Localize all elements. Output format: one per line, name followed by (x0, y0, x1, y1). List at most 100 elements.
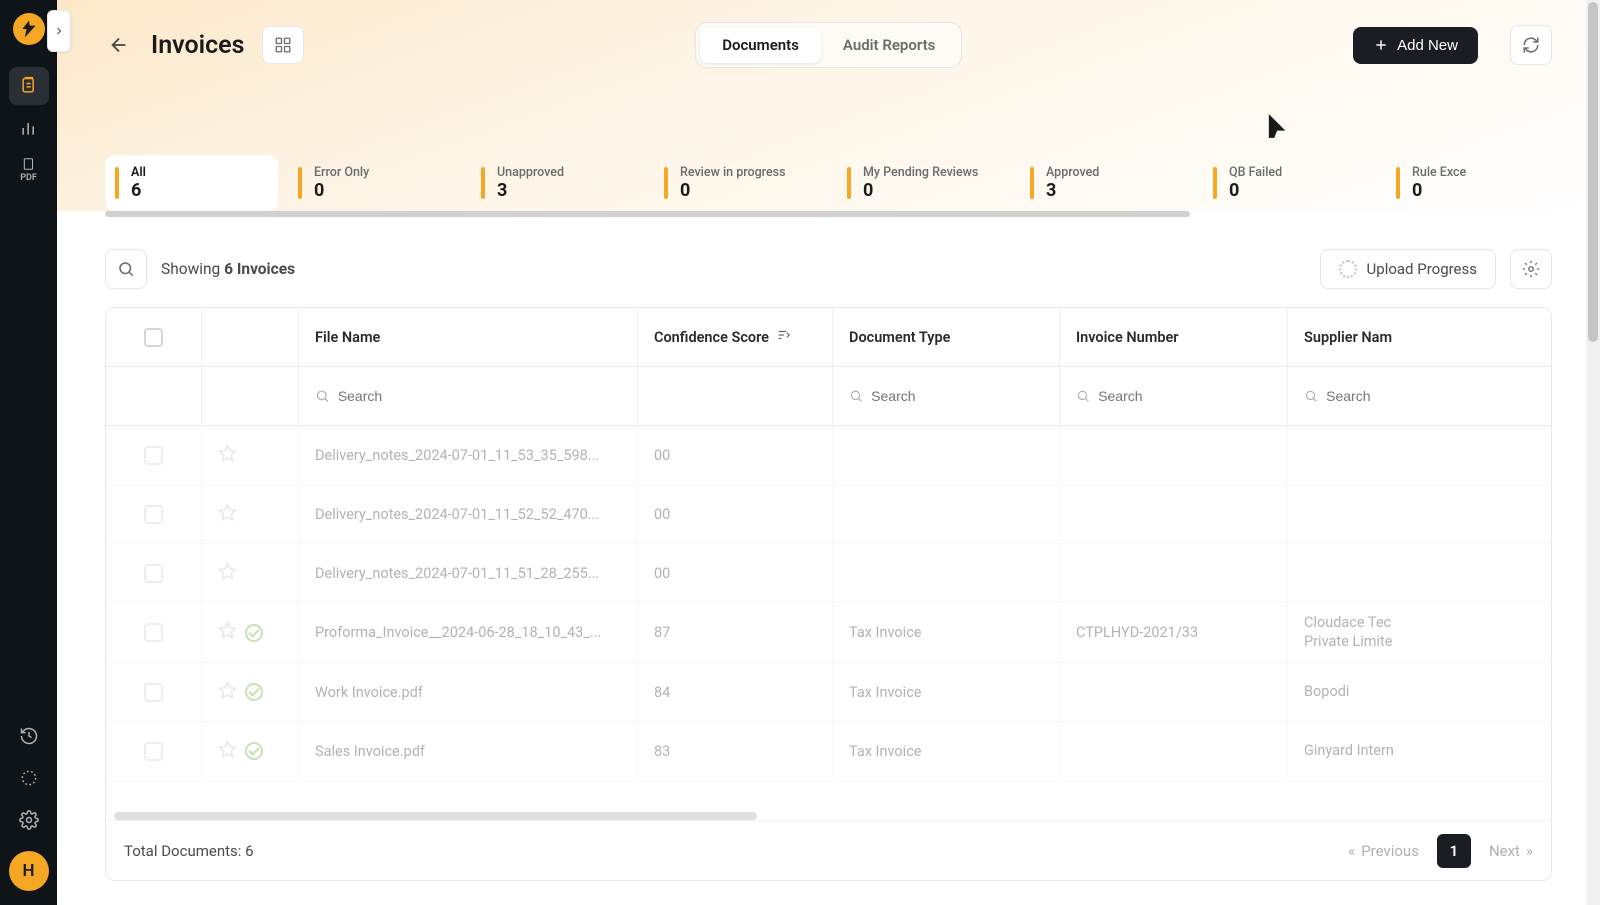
nav-pdf[interactable]: PDF (9, 151, 49, 189)
page-number-current[interactable]: 1 (1437, 834, 1471, 868)
cursor-pointer-icon (1267, 112, 1289, 144)
view-toggle: Documents Audit Reports (695, 22, 962, 68)
row-checkbox[interactable] (144, 623, 163, 642)
confidence-cell: 83 (638, 722, 833, 780)
prev-page-button[interactable]: «Previous (1348, 842, 1419, 860)
supplier-cell: Ginyard Intern (1288, 722, 1508, 780)
table-search-toggle[interactable] (105, 249, 147, 289)
filter-rule-exce[interactable]: Rule Exce0 (1386, 155, 1552, 211)
add-new-label: Add New (1397, 37, 1458, 54)
row-checkbox[interactable] (144, 742, 163, 761)
tab-documents[interactable]: Documents (700, 27, 821, 63)
supplier-cell (1288, 544, 1508, 602)
invoice-no-cell (1060, 722, 1288, 780)
tab-audit-reports[interactable]: Audit Reports (821, 27, 957, 63)
filter-approved[interactable]: Approved3 (1020, 155, 1193, 211)
spinner-icon (1339, 260, 1357, 278)
row-checkbox[interactable] (144, 683, 163, 702)
table-horizontal-scrollbar[interactable] (114, 812, 1543, 820)
supplier-cell (1288, 485, 1508, 543)
confidence-cell: 00 (638, 544, 833, 602)
filter-all[interactable]: All6 (105, 155, 278, 211)
doc-type-cell: Tax Invoice (833, 603, 1060, 662)
doc-type-cell: Tax Invoice (833, 722, 1060, 780)
star-icon[interactable] (218, 444, 237, 467)
search-invoice-no[interactable] (1098, 388, 1271, 404)
file-name-cell: Delivery_notes_2024-07-01_11_52_52_470..… (299, 485, 638, 543)
doc-type-cell (833, 426, 1060, 484)
supplier-cell: Cloudace TecPrivate Limite (1288, 603, 1508, 662)
file-name-cell: Delivery_notes_2024-07-01_11_53_35_598..… (299, 426, 638, 484)
filter-my-pending-reviews[interactable]: My Pending Reviews0 (837, 155, 1010, 211)
nav-history[interactable] (9, 717, 49, 755)
filter-unapproved[interactable]: Unapproved3 (471, 155, 644, 211)
doc-type-cell (833, 544, 1060, 602)
search-supplier[interactable] (1326, 388, 1492, 404)
supplier-cell: Bopodi (1288, 663, 1508, 721)
filter-error-only[interactable]: Error Only0 (288, 155, 461, 211)
page-title: Invoices (151, 31, 244, 60)
filter-review-in-progress[interactable]: Review in progress0 (654, 155, 827, 211)
confidence-cell: 00 (638, 426, 833, 484)
page-scrollbar[interactable] (1586, 0, 1600, 905)
star-icon[interactable] (218, 562, 237, 585)
sort-icon[interactable] (777, 328, 791, 346)
select-all-checkbox[interactable] (144, 328, 163, 347)
col-confidence-score[interactable]: Confidence Score (638, 308, 833, 366)
table-row[interactable]: Sales Invoice.pdf83Tax Invoice Ginyard In… (106, 722, 1551, 781)
total-documents-label: Total Documents: 6 (124, 842, 254, 860)
row-checkbox[interactable] (144, 505, 163, 524)
star-icon[interactable] (218, 621, 237, 644)
layout-toggle-button[interactable] (262, 26, 304, 64)
file-name-cell: Work Invoice.pdf (299, 663, 638, 721)
star-icon[interactable] (218, 503, 237, 526)
invoice-no-cell (1060, 663, 1288, 721)
table-settings-button[interactable] (1510, 249, 1552, 289)
col-file-name[interactable]: File Name (299, 308, 638, 366)
confidence-cell: 00 (638, 485, 833, 543)
invoice-no-cell (1060, 426, 1288, 484)
confidence-cell: 84 (638, 663, 833, 721)
confidence-cell: 87 (638, 603, 833, 662)
file-name-cell: Sales Invoice.pdf (299, 722, 638, 780)
refresh-button[interactable] (1510, 25, 1552, 65)
row-checkbox[interactable] (144, 564, 163, 583)
next-page-button[interactable]: Next» (1489, 842, 1533, 860)
search-doc-type[interactable] (871, 388, 1043, 404)
doc-type-cell (833, 485, 1060, 543)
nav-reports[interactable] (9, 109, 49, 147)
table-row[interactable]: Delivery_notes_2024-07-01_11_52_52_470..… (106, 485, 1551, 544)
add-new-button[interactable]: Add New (1353, 27, 1478, 64)
supplier-cell (1288, 426, 1508, 484)
table-row[interactable]: Delivery_notes_2024-07-01_11_51_28_255..… (106, 544, 1551, 603)
star-icon[interactable] (218, 681, 237, 704)
app-logo[interactable] (13, 13, 45, 45)
table-row[interactable]: Proforma_Invoice__2024-06-28_18_10_43_..… (106, 603, 1551, 663)
invoice-no-cell (1060, 544, 1288, 602)
showing-label: Showing 6 Invoices (161, 260, 295, 278)
nav-documents[interactable] (9, 67, 49, 105)
upload-progress-button[interactable]: Upload Progress (1320, 249, 1496, 289)
check-icon (245, 683, 263, 701)
check-icon (245, 742, 263, 760)
sidebar-expand-button[interactable] (47, 10, 71, 52)
table-row[interactable]: Work Invoice.pdf84Tax Invoice Bopodi (106, 663, 1551, 722)
nav-settings[interactable] (9, 801, 49, 839)
user-avatar[interactable]: H (9, 851, 49, 891)
col-invoice-number[interactable]: Invoice Number (1060, 308, 1288, 366)
col-supplier-name[interactable]: Supplier Nam (1288, 308, 1508, 366)
search-file-name[interactable] (338, 388, 621, 404)
col-document-type[interactable]: Document Type (833, 308, 1060, 366)
check-icon (245, 624, 263, 642)
invoice-no-cell (1060, 485, 1288, 543)
back-button[interactable] (105, 31, 133, 59)
filter-qb-failed[interactable]: QB Failed0 (1203, 155, 1376, 211)
file-name-cell: Proforma_Invoice__2024-06-28_18_10_43_..… (299, 603, 638, 662)
nav-loading[interactable] (9, 759, 49, 797)
table-row[interactable]: Delivery_notes_2024-07-01_11_53_35_598..… (106, 426, 1551, 485)
filter-scrollbar[interactable] (105, 211, 1552, 217)
file-name-cell: Delivery_notes_2024-07-01_11_51_28_255..… (299, 544, 638, 602)
star-icon[interactable] (218, 740, 237, 763)
row-checkbox[interactable] (144, 446, 163, 465)
doc-type-cell: Tax Invoice (833, 663, 1060, 721)
